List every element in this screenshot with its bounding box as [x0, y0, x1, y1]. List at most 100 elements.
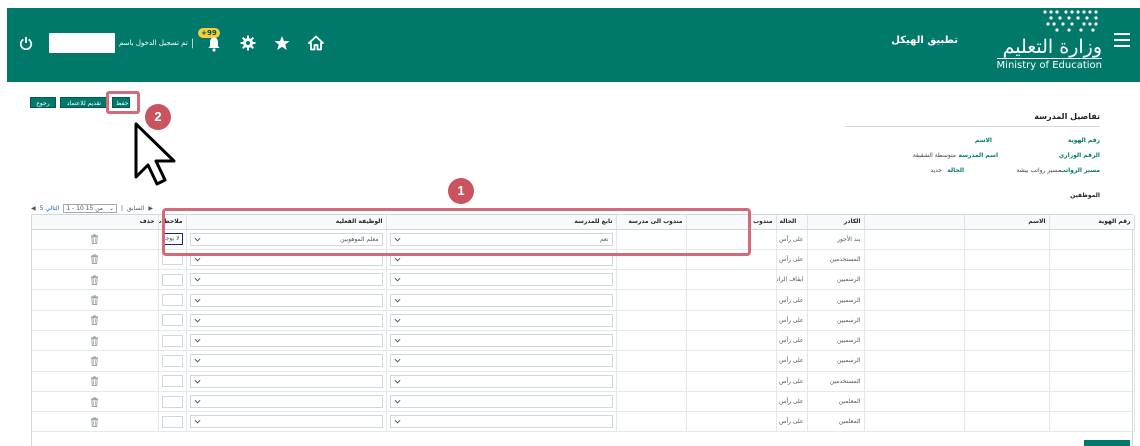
payroll-value: مسير رواتب بيشة [1016, 167, 1061, 174]
chevron-down-icon [194, 359, 200, 363]
pager-arrow-right-icon[interactable]: ▶ [148, 205, 153, 212]
cell-seconded-to [616, 310, 687, 331]
actual-job-select[interactable]: معلم الموهوبين [189, 232, 383, 246]
notes-input[interactable] [161, 273, 183, 286]
col-cadre[interactable]: الكادر [807, 215, 865, 230]
cell-status: على رأس العمل [776, 411, 808, 433]
cell-seconded [686, 411, 777, 433]
belongs-select[interactable] [389, 354, 613, 368]
cell-seconded [686, 249, 777, 271]
cell-blank [864, 350, 965, 372]
trash-icon[interactable] [90, 376, 99, 387]
ministry-logo: وزارة التعليم Ministry of Education [972, 8, 1102, 72]
belongs-select[interactable] [389, 395, 613, 409]
cell-id [1049, 229, 1135, 250]
actual-job-select[interactable] [189, 313, 383, 327]
col-id[interactable]: رقم الهوية [1049, 215, 1135, 230]
table-row[interactable]: المستخدمينعلى رأس العمل [32, 371, 1135, 392]
chevron-down-icon [394, 379, 400, 384]
table-row[interactable]: بند الأجورعلى رأس العمل نعم معلم الموهوبين… [32, 229, 1135, 250]
trash-icon[interactable] [90, 295, 99, 305]
star-icon[interactable] [274, 35, 290, 51]
notes-input[interactable]: لا يوجد [161, 233, 183, 246]
cell-delete [32, 391, 159, 413]
power-icon[interactable] [19, 36, 33, 50]
actual-job-select[interactable] [189, 293, 383, 307]
belongs-select[interactable]: نعم [389, 232, 613, 246]
col-actual-job[interactable]: الوظيفة الفعلية [186, 215, 387, 230]
back-button[interactable]: رجوع [30, 97, 56, 108]
col-seconded[interactable]: مندوب [686, 215, 777, 230]
notes-input[interactable] [161, 253, 183, 266]
actual-job-select[interactable] [189, 354, 383, 368]
col-belongs[interactable]: تابع للمدرسة [386, 215, 617, 230]
belongs-select[interactable] [389, 313, 613, 327]
table-row[interactable]: المعلمينعلى رأس العمل [32, 391, 1135, 413]
table-row[interactable]: الرسميينعلى رأس العمل [32, 289, 1135, 311]
payroll-label: مسير الرواتب [1059, 167, 1100, 174]
belongs-select[interactable] [389, 252, 613, 266]
table-row[interactable]: الرسميينايقاف الراتب مؤقتا [32, 269, 1135, 291]
app-title[interactable]: تطبيق الهيكل [891, 35, 958, 46]
cell-belongs: نعم [386, 229, 617, 250]
next-page-link[interactable]: التالي 5 [40, 205, 60, 212]
cell-cadre: الرسميين [807, 350, 865, 372]
chevron-down-icon [394, 359, 400, 363]
cell-delete [32, 350, 159, 372]
belongs-select[interactable] [389, 415, 613, 429]
actual-job-select[interactable] [189, 252, 383, 266]
table-row[interactable]: الرسميينعلى رأس العمل [32, 330, 1135, 352]
trash-icon[interactable] [90, 417, 99, 427]
notes-input[interactable] [161, 354, 183, 367]
cell-seconded-to [616, 289, 687, 311]
menu-icon[interactable] [1114, 33, 1130, 47]
trash-icon[interactable] [90, 335, 99, 346]
home-icon[interactable] [308, 35, 325, 51]
table-row[interactable]: الرسميينعلى رأس العمل [32, 350, 1135, 372]
col-seconded-to[interactable]: مندوب الى مدرسة [616, 215, 687, 230]
notes-input[interactable] [161, 395, 183, 408]
actual-job-select[interactable] [189, 334, 383, 348]
col-notes[interactable]: ملاحظات [158, 215, 187, 230]
col-name[interactable]: الاسم [964, 215, 1050, 230]
table-row[interactable]: المستخدمينعلى رأس العمل [32, 249, 1135, 271]
notes-input[interactable] [161, 415, 183, 428]
cell-actual-job [186, 249, 387, 271]
notes-input[interactable] [161, 334, 183, 347]
trash-icon[interactable] [90, 396, 99, 407]
cell-belongs [386, 330, 617, 352]
table-row[interactable]: المعلمينعلى رأس العمل [32, 411, 1135, 433]
cell-id [1049, 249, 1135, 271]
pager-arrow-icon[interactable]: ◀ [31, 205, 36, 212]
trash-icon[interactable] [90, 234, 99, 245]
belongs-select[interactable] [389, 293, 613, 307]
footer-button[interactable] [1084, 440, 1130, 446]
prev-page-link[interactable]: السابق [127, 205, 144, 212]
chevron-down-icon [194, 298, 200, 303]
trash-icon[interactable] [90, 275, 99, 285]
belongs-select[interactable] [389, 273, 613, 287]
belongs-select[interactable] [389, 374, 613, 388]
page-range-select[interactable]: 1 - 10 من 15 ⌄ [63, 204, 117, 213]
submit-for-approval-button[interactable]: تقديم للاعتماد [60, 97, 108, 108]
actual-job-select[interactable] [189, 395, 383, 409]
actual-job-select[interactable] [189, 374, 383, 388]
trash-icon[interactable] [90, 356, 99, 366]
cell-seconded-to [616, 350, 687, 372]
notes-input[interactable] [161, 294, 183, 307]
trash-icon[interactable] [90, 315, 99, 326]
notifications-button[interactable]: +99 [198, 28, 222, 53]
actual-job-select[interactable] [189, 415, 383, 429]
notes-input[interactable] [161, 314, 183, 327]
col-status[interactable]: الحالة [776, 215, 808, 230]
col-delete[interactable]: حذف [32, 215, 159, 230]
actual-job-select[interactable] [189, 273, 383, 287]
cell-actual-job [186, 310, 387, 331]
gear-icon[interactable] [240, 35, 256, 51]
notes-input[interactable] [161, 375, 183, 388]
belongs-select[interactable] [389, 334, 613, 348]
trash-icon[interactable] [90, 254, 99, 265]
table-row[interactable]: الرسميينعلى رأس العمل [32, 310, 1135, 331]
cell-notes [158, 269, 187, 291]
cell-belongs [386, 269, 617, 291]
